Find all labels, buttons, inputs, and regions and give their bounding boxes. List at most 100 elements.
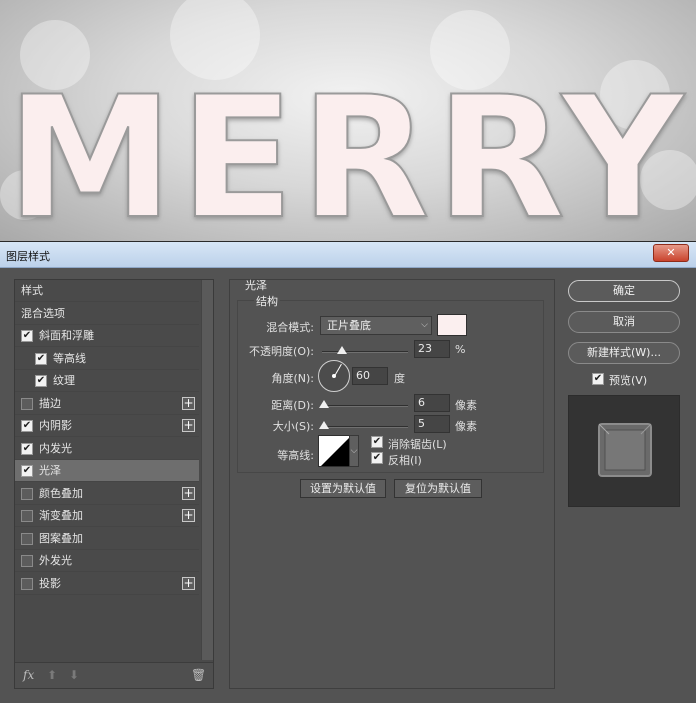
size-slider-track[interactable] bbox=[322, 426, 408, 428]
size-slider-thumb[interactable] bbox=[318, 421, 329, 429]
make-default-button[interactable]: 设置为默认值 bbox=[300, 479, 386, 498]
opacity-unit: % bbox=[455, 343, 466, 356]
merry-word: MERRY bbox=[6, 60, 689, 241]
add-effect-icon[interactable]: + bbox=[182, 486, 195, 500]
reset-default-button[interactable]: 复位为默认值 bbox=[394, 479, 482, 498]
angle-input[interactable]: 60 bbox=[352, 367, 388, 385]
opacity-label: 不透明度(O): bbox=[249, 345, 314, 358]
preview-checkbox[interactable]: ✔ bbox=[592, 373, 604, 385]
style-item-6[interactable]: ✔ 内阴影 + bbox=[15, 415, 199, 437]
style-item-label: 描边 bbox=[39, 396, 61, 410]
opacity-input[interactable]: 23 bbox=[414, 340, 450, 358]
add-effect-icon[interactable]: + bbox=[182, 396, 195, 410]
style-item-checkbox[interactable] bbox=[21, 397, 33, 410]
style-item-8[interactable]: ✔ 光泽 bbox=[15, 460, 199, 482]
contour-curve-icon bbox=[321, 438, 349, 466]
style-item-checkbox[interactable]: ✔ bbox=[35, 352, 47, 365]
style-item-label: 投影 bbox=[39, 576, 61, 590]
style-item-5[interactable]: 描边 + bbox=[15, 393, 199, 415]
dialog-titlebar[interactable]: 图层样式 ✕ bbox=[0, 242, 696, 268]
list-scrollbar[interactable] bbox=[201, 280, 213, 660]
style-item-2[interactable]: ✔ 斜面和浮雕 bbox=[15, 325, 199, 347]
blend-mode-value: 正片叠底 bbox=[327, 319, 371, 332]
fx-icon[interactable]: fx bbox=[23, 668, 34, 682]
invert-label: 反相(I) bbox=[388, 454, 422, 467]
distance-unit: 像素 bbox=[455, 399, 477, 412]
preview-swatch-graphic bbox=[598, 423, 652, 477]
trash-icon[interactable]: 🗑 bbox=[191, 668, 206, 682]
style-item-checkbox[interactable] bbox=[21, 487, 33, 500]
contour-preview[interactable] bbox=[318, 435, 350, 467]
distance-label: 距离(D): bbox=[271, 399, 314, 412]
dialog-title: 图层样式 bbox=[6, 250, 50, 263]
style-item-checkbox[interactable]: ✔ bbox=[21, 330, 33, 342]
layer-style-dialog: 图层样式 ✕ 样式 混合选项 ✔ 斜面和浮雕 ✔ 等高线 ✔ 纹理 描边 + ✔ 内阴影 + ✔ 内发光 ✔ 光… bbox=[0, 241, 696, 703]
style-item-1[interactable]: 混合选项 bbox=[15, 303, 199, 325]
style-item-checkbox[interactable]: ✔ bbox=[35, 375, 47, 387]
section-title: 光泽 bbox=[245, 279, 267, 292]
angle-label: 角度(N): bbox=[271, 372, 314, 385]
style-item-label: 内阴影 bbox=[39, 419, 72, 432]
style-item-label: 外发光 bbox=[39, 554, 72, 567]
style-item-4[interactable]: ✔ 纹理 bbox=[15, 370, 199, 392]
style-item-label: 内发光 bbox=[39, 441, 72, 455]
style-item-0[interactable]: 样式 bbox=[15, 280, 199, 302]
style-item-label: 等高线 bbox=[53, 351, 86, 365]
angle-dial[interactable] bbox=[318, 360, 350, 392]
contour-dropdown-button[interactable]: ⌵ bbox=[349, 435, 359, 467]
add-effect-icon[interactable]: + bbox=[182, 509, 195, 522]
distance-slider-track[interactable] bbox=[322, 405, 408, 407]
style-item-10[interactable]: 渐变叠加 + bbox=[15, 505, 199, 527]
angle-unit: 度 bbox=[394, 372, 405, 385]
angle-hand bbox=[334, 363, 342, 377]
style-item-checkbox[interactable] bbox=[21, 532, 33, 545]
opacity-slider-thumb[interactable] bbox=[336, 346, 347, 354]
blend-mode-label: 混合模式: bbox=[266, 321, 314, 334]
close-button[interactable]: ✕ bbox=[653, 244, 689, 262]
contour-label: 等高线: bbox=[277, 449, 314, 462]
add-effect-icon[interactable]: + bbox=[182, 576, 195, 590]
style-item-label: 渐变叠加 bbox=[39, 509, 83, 522]
distance-slider-thumb[interactable] bbox=[319, 400, 330, 408]
document-canvas: MERRY bbox=[0, 0, 696, 241]
style-item-checkbox[interactable] bbox=[21, 510, 33, 522]
style-item-checkbox[interactable]: ✔ bbox=[21, 442, 33, 455]
style-item-label: 样式 bbox=[21, 284, 43, 297]
style-item-label: 光泽 bbox=[39, 464, 61, 477]
style-item-9[interactable]: 颜色叠加 + bbox=[15, 483, 199, 505]
move-up-icon[interactable]: ⬆ bbox=[47, 668, 57, 682]
cancel-button[interactable]: 取消 bbox=[568, 311, 680, 333]
style-list-footer: fx ⬆ ⬇ 🗑 bbox=[15, 662, 213, 688]
style-item-13[interactable]: 投影 + bbox=[15, 573, 199, 595]
invert-checkbox[interactable]: ✔ bbox=[371, 452, 383, 464]
distance-input[interactable]: 6 bbox=[414, 394, 450, 412]
antialias-checkbox[interactable]: ✔ bbox=[371, 436, 383, 448]
style-item-label: 纹理 bbox=[53, 374, 75, 387]
antialias-label: 消除锯齿(L) bbox=[388, 438, 447, 451]
group-title: 结构 bbox=[254, 293, 280, 309]
style-item-label: 颜色叠加 bbox=[39, 486, 83, 500]
style-item-checkbox[interactable] bbox=[21, 555, 33, 567]
add-effect-icon[interactable]: + bbox=[182, 419, 195, 432]
style-list: 样式 混合选项 ✔ 斜面和浮雕 ✔ 等高线 ✔ 纹理 描边 + ✔ 内阴影 + ✔ 内发光 ✔ 光泽 颜色叠加 + 渐… bbox=[14, 279, 214, 689]
style-item-label: 图案叠加 bbox=[39, 531, 83, 545]
style-item-7[interactable]: ✔ 内发光 bbox=[15, 438, 199, 460]
preview-label: 预览(V) bbox=[609, 374, 648, 387]
new-style-button[interactable]: 新建样式(W)... bbox=[568, 342, 680, 364]
move-down-icon[interactable]: ⬇ bbox=[69, 668, 79, 682]
blend-mode-select[interactable]: 正片叠底 ⌵ bbox=[320, 316, 432, 335]
chevron-down-icon: ⌵ bbox=[421, 320, 428, 330]
style-item-11[interactable]: 图案叠加 bbox=[15, 528, 199, 550]
ok-button[interactable]: 确定 bbox=[568, 280, 680, 302]
style-item-3[interactable]: ✔ 等高线 bbox=[15, 348, 199, 370]
style-item-checkbox[interactable] bbox=[21, 577, 33, 590]
merry-text-layer: MERRY bbox=[5, 59, 689, 241]
blend-color-swatch[interactable] bbox=[437, 314, 467, 336]
style-item-checkbox[interactable]: ✔ bbox=[21, 465, 33, 477]
style-item-12[interactable]: 外发光 bbox=[15, 550, 199, 572]
size-unit: 像素 bbox=[455, 420, 477, 433]
size-input[interactable]: 5 bbox=[414, 415, 450, 433]
style-item-checkbox[interactable]: ✔ bbox=[21, 420, 33, 432]
opacity-slider-track[interactable] bbox=[322, 351, 408, 353]
style-item-label: 混合选项 bbox=[21, 306, 65, 320]
